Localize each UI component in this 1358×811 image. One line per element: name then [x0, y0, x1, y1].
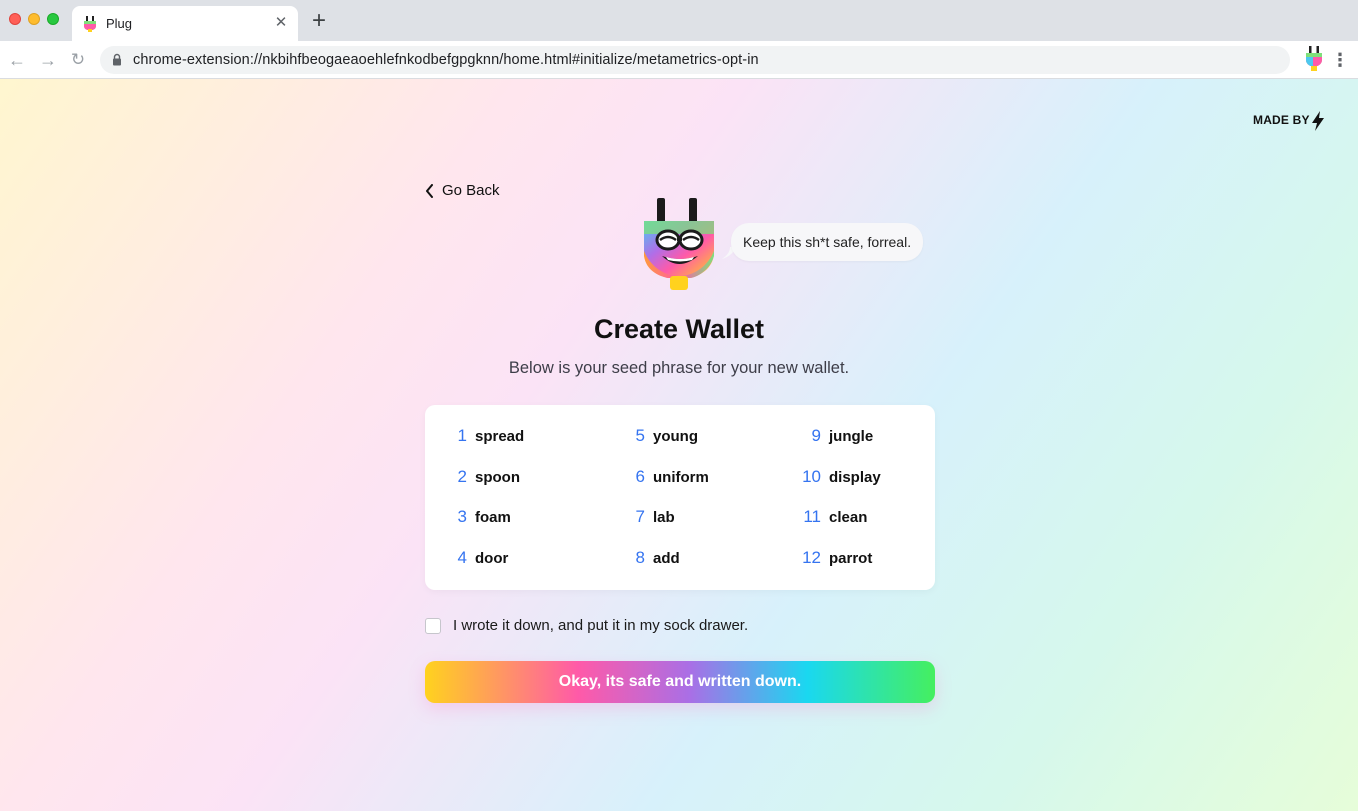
page-title: Create Wallet	[593, 314, 765, 344]
seed-word-item: 3 foam	[425, 507, 511, 531]
seed-word-number: 10	[802, 467, 821, 486]
seed-word-number: 5	[635, 426, 645, 445]
seed-word-number: 6	[635, 467, 645, 486]
seed-word-number: 12	[802, 548, 821, 567]
page-content: MADE BY Go Back Keep this sh*t safe, for…	[0, 79, 1358, 811]
browser-tab[interactable]: Plug ✕	[72, 6, 298, 41]
mascot-speech-bubble: Keep this sh*t safe, forreal.	[731, 223, 924, 261]
seed-word-item: 12 parrot	[779, 548, 872, 572]
seed-word-text: uniform	[653, 469, 709, 486]
seed-word-text: display	[829, 469, 881, 486]
seed-word-number: 7	[635, 507, 645, 526]
seed-word-number: 4	[457, 548, 467, 567]
confirm-checkbox-row[interactable]: I wrote it down, and put it in my sock d…	[425, 617, 748, 634]
browser-tab-bar: Plug ✕ +	[0, 0, 1358, 41]
seed-word-item: 9 jungle	[779, 426, 874, 450]
browser-toolbar: ← → ↻ chrome-extension://nkbihfbeogaeaoe…	[0, 41, 1358, 79]
seed-word-item: 11 clean	[779, 507, 867, 531]
confirm-checkbox[interactable]	[425, 617, 441, 634]
go-back-label: Go Back	[442, 182, 500, 199]
window-maximize-button[interactable]	[47, 13, 59, 25]
seed-word-item: 6 uniform	[603, 467, 709, 491]
lock-icon	[113, 53, 121, 66]
chevron-left-icon	[426, 183, 433, 198]
seed-word-number: 3	[457, 507, 467, 526]
seed-word-item: 10 display	[779, 467, 881, 491]
seed-phrase-card: 1 spread 2 spoon 3 foam 4 door 5 young 6…	[425, 405, 935, 590]
address-bar[interactable]: chrome-extension://nkbihfbeogaeaoehlefnk…	[100, 46, 1290, 74]
seed-word-text: parrot	[829, 550, 873, 567]
seed-word-item: 5 young	[603, 426, 698, 450]
page-subtitle: Below is your seed phrase for your new w…	[508, 359, 850, 377]
plus-icon[interactable]: +	[308, 9, 330, 33]
seed-word-text: foam	[475, 509, 511, 526]
plug-mascot-icon	[644, 198, 714, 290]
reload-icon[interactable]: ↻	[67, 49, 89, 71]
seed-word-number: 8	[635, 548, 645, 567]
seed-word-item: 8 add	[603, 548, 680, 572]
seed-word-item: 1 spread	[425, 426, 525, 450]
seed-word-text: door	[475, 550, 509, 567]
seed-word-text: clean	[829, 509, 868, 526]
seed-word-number: 2	[457, 467, 467, 486]
go-back-button[interactable]: Go Back	[425, 182, 500, 199]
seed-word-text: jungle	[829, 428, 874, 445]
seed-word-text: young	[653, 428, 698, 445]
tab-title: Plug	[106, 16, 133, 31]
seed-word-item: 4 door	[425, 548, 509, 572]
seed-word-number: 1	[457, 426, 467, 445]
forward-arrow-icon[interactable]: →	[37, 49, 59, 71]
seed-word-item: 7 lab	[603, 507, 675, 531]
seed-word-text: add	[653, 550, 680, 567]
seed-word-text: lab	[653, 509, 675, 526]
close-icon[interactable]: ✕	[272, 14, 290, 32]
seed-word-text: spoon	[475, 469, 520, 486]
url-text: chrome-extension://nkbihfbeogaeaoehlefnk…	[133, 52, 759, 68]
seed-word-number: 9	[811, 426, 821, 445]
more-vert-icon[interactable]: ⋮	[1330, 50, 1350, 70]
plug-extension-icon[interactable]	[1304, 46, 1324, 72]
seed-word-text: spread	[475, 428, 525, 445]
confirm-safe-button[interactable]: Okay, its safe and written down.	[425, 661, 935, 703]
seed-word-item: 2 spoon	[425, 467, 520, 491]
plug-favicon-icon	[84, 16, 96, 32]
back-arrow-icon[interactable]: ←	[6, 49, 28, 71]
made-by-label: MADE BY	[1253, 113, 1310, 127]
confirm-checkbox-label: I wrote it down, and put it in my sock d…	[453, 617, 749, 634]
seed-word-number: 11	[803, 507, 821, 526]
window-minimize-button[interactable]	[28, 13, 40, 25]
window-close-button[interactable]	[9, 13, 21, 25]
bolt-icon	[1312, 111, 1324, 131]
